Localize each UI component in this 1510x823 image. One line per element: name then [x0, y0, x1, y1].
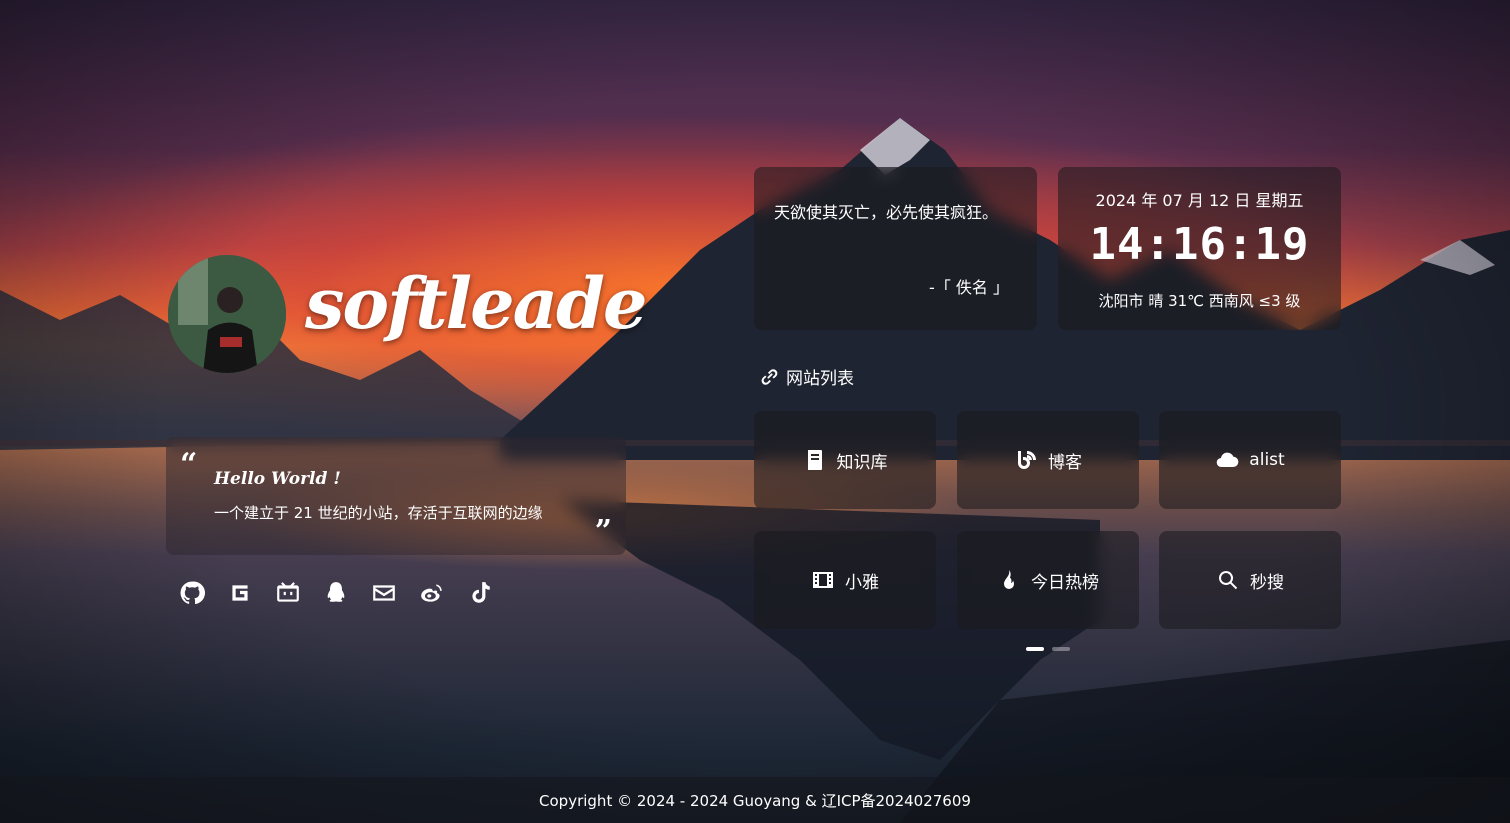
mail-icon[interactable]	[370, 578, 398, 608]
greeting: Hello World !	[214, 469, 341, 489]
site-tile-alist[interactable]: alist	[1159, 411, 1341, 509]
search-icon	[1219, 571, 1238, 590]
site-tile-trending[interactable]: 今日热榜	[957, 531, 1139, 629]
site-tile-label: 知识库	[836, 452, 888, 473]
site-list-heading: 网站列表	[758, 364, 854, 389]
time-text: 14:16:19	[1089, 219, 1310, 270]
site-list-title: 网站列表	[786, 369, 854, 389]
blog-icon	[1018, 451, 1036, 469]
intro-text: 一个建立于 21 世纪的小站，存活于互联网的边缘	[214, 504, 543, 522]
weather-text: 沈阳市 晴 31℃ 西南风 ≤3 级	[1098, 292, 1301, 310]
quote-open-icon: “	[180, 447, 198, 482]
site-name: softleade	[305, 262, 648, 345]
quote-close-icon: ”	[594, 514, 612, 549]
site-list-pagination	[1026, 647, 1070, 651]
bilibili-icon[interactable]	[274, 578, 302, 608]
hitokoto-source: -「 佚名 」	[929, 278, 1009, 297]
weibo-icon[interactable]	[418, 578, 446, 608]
site-tile-label: 秒搜	[1250, 572, 1284, 593]
avatar	[168, 255, 286, 373]
cloud-icon	[1216, 452, 1239, 468]
pagination-dot-2[interactable]	[1052, 647, 1070, 651]
site-tile-xiaoya[interactable]: 小雅	[754, 531, 936, 629]
site-tile-label: 小雅	[845, 572, 879, 593]
link-icon	[761, 368, 778, 385]
book-icon	[807, 450, 822, 470]
site-tile-label: 博客	[1048, 452, 1082, 473]
site-tile-search[interactable]: 秒搜	[1159, 531, 1341, 629]
clock-card: 2024 年 07 月 12 日 星期五 14:16:19 沈阳市 晴 31℃ …	[1058, 167, 1341, 330]
copyright-text[interactable]: Copyright © 2024 - 2024 Guoyang & 辽ICP备2…	[539, 790, 971, 811]
hitokoto-text: 天欲使其灭亡，必先使其疯狂。	[774, 203, 999, 222]
tiktok-icon[interactable]	[466, 578, 494, 608]
pagination-dot-1[interactable]	[1026, 647, 1044, 651]
site-tile-knowledge-base[interactable]: 知识库	[754, 411, 936, 509]
intro-card: “ Hello World ! 一个建立于 21 世纪的小站，存活于互联网的边缘…	[166, 437, 626, 555]
qq-icon[interactable]	[322, 578, 350, 608]
site-tile-blog[interactable]: 博客	[957, 411, 1139, 509]
g-icon[interactable]	[226, 578, 254, 608]
footer: Copyright © 2024 - 2024 Guoyang & 辽ICP备2…	[0, 777, 1510, 823]
fire-icon	[1004, 570, 1014, 589]
social-links	[178, 578, 494, 608]
date-text: 2024 年 07 月 12 日 星期五	[1095, 191, 1304, 210]
film-icon	[813, 572, 833, 588]
hitokoto-card[interactable]: 天欲使其灭亡，必先使其疯狂。 -「 佚名 」	[754, 167, 1037, 330]
site-tile-label: alist	[1249, 450, 1285, 470]
github-icon[interactable]	[178, 578, 206, 608]
site-tile-label: 今日热榜	[1031, 572, 1099, 593]
